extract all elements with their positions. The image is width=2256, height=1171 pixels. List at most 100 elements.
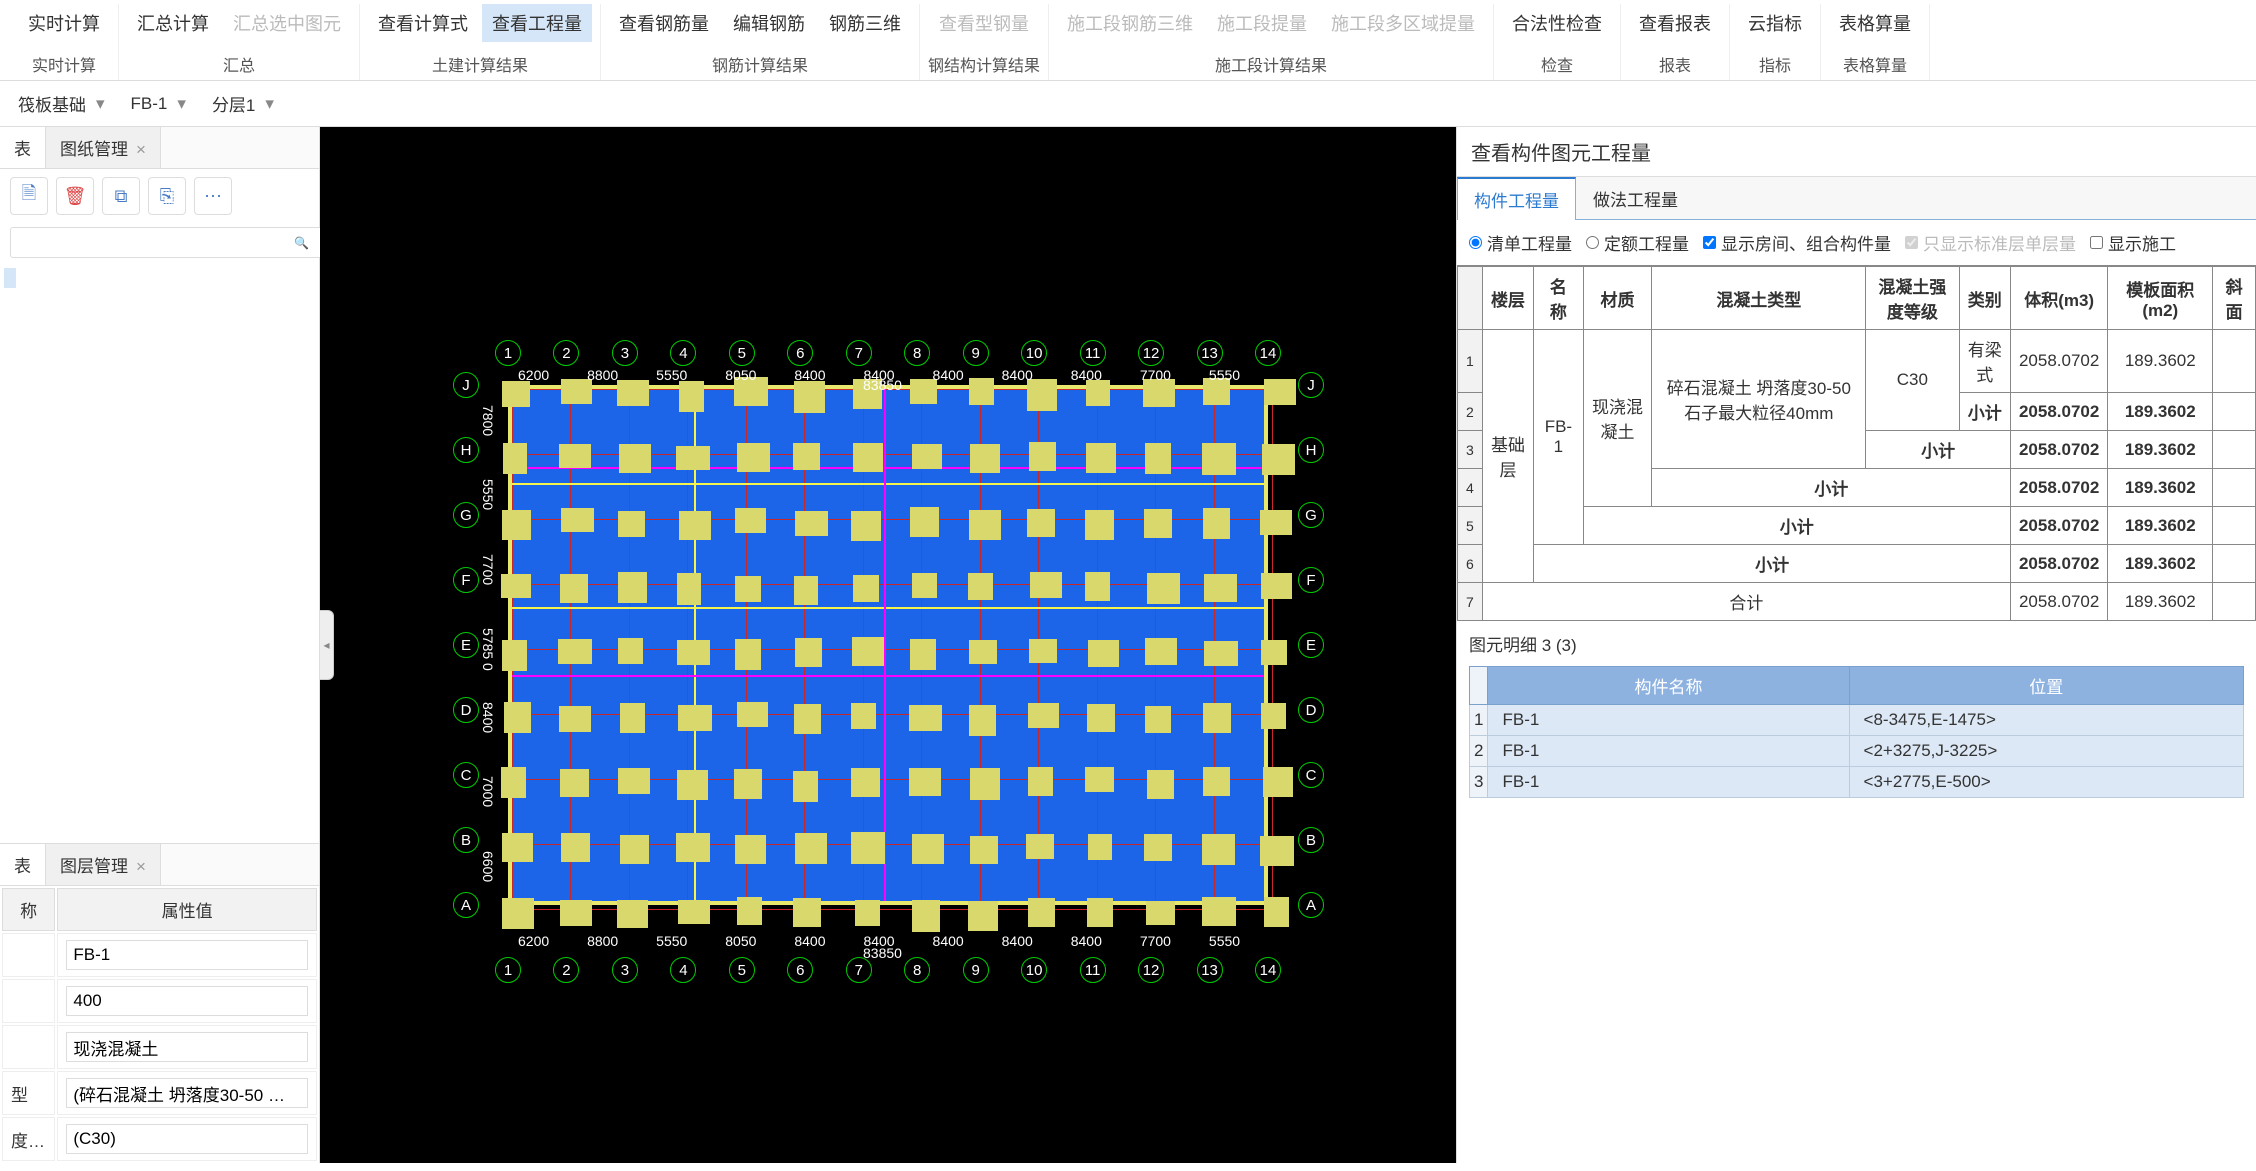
axis-label: 12 [1138, 340, 1164, 366]
axis-label: 13 [1197, 340, 1223, 366]
dimension-text: 5550 [656, 367, 687, 383]
category-dropdown[interactable]: 筏板基础▾ [10, 87, 113, 120]
dimension-text: 5550 [1209, 933, 1240, 949]
chk-show-rooms[interactable]: 显示房间、组合构件量 [1703, 230, 1891, 255]
qty-header: 体积(m3) [2010, 267, 2107, 330]
prop-key: 度… [2, 1117, 55, 1161]
ribbon-group-label: 施工段计算结果 [1215, 52, 1327, 76]
delete-icon[interactable]: 🗑 [56, 177, 94, 215]
ribbon-btn[interactable]: 云指标 [1738, 4, 1812, 42]
prop-tab-list[interactable]: 表 [0, 844, 46, 885]
qty-header: 楼层 [1482, 267, 1533, 330]
ribbon-btn[interactable]: 查看计算式 [368, 4, 478, 42]
prop-value-input[interactable] [66, 940, 308, 970]
dimension-text: 5550 [1209, 367, 1240, 383]
prop-col-name: 称 [2, 888, 55, 931]
right-panel: 查看构件图元工程量 构件工程量 做法工程量 清单工程量 定额工程量 显示房间、组… [1456, 127, 2256, 1163]
dimension-text: 7000 [480, 776, 496, 807]
dimension-text: 83850 [863, 377, 902, 393]
ribbon-group: 施工段钢筋三维施工段提量施工段多区域提量施工段计算结果 [1049, 4, 1494, 80]
axis-label: E [1298, 632, 1324, 658]
paste-icon[interactable]: ⎘ [148, 177, 186, 215]
ribbon-btn[interactable]: 表格算量 [1829, 4, 1921, 42]
axis-label: 8 [904, 957, 930, 983]
prop-value-input[interactable] [66, 1032, 308, 1062]
axis-label: 5 [729, 957, 755, 983]
axis-label: H [1298, 437, 1324, 463]
dimension-text: 8400 [794, 367, 825, 383]
more-icon[interactable]: ⋯ [194, 177, 232, 215]
tab-method-qty[interactable]: 做法工程量 [1576, 177, 1695, 220]
axis-label: A [1298, 892, 1324, 918]
tab-component-qty[interactable]: 构件工程量 [1457, 177, 1576, 220]
ribbon-btn[interactable]: 查看工程量 [482, 4, 592, 42]
axis-label: C [453, 762, 479, 788]
ribbon-group: 实时计算实时计算 [10, 4, 119, 80]
new-icon[interactable]: 🗎 [10, 177, 48, 215]
ribbon-group-label: 钢筋计算结果 [712, 52, 808, 76]
ribbon: 实时计算实时计算汇总计算汇总选中图元汇总查看计算式查看工程量土建计算结果查看钢筋… [0, 0, 2256, 81]
axis-label: 1 [495, 957, 521, 983]
left-tab-drawing-mgmt[interactable]: 图纸管理× [46, 127, 161, 168]
dimension-text: 5550 [480, 479, 496, 510]
ribbon-btn[interactable]: 合法性检查 [1502, 4, 1612, 42]
dimension-text: 6600 [480, 851, 496, 882]
dimension-text: 8400 [480, 702, 496, 733]
axis-label: 8 [904, 340, 930, 366]
ribbon-btn[interactable]: 实时计算 [18, 4, 110, 42]
detail-row[interactable]: 3FB-1<3+2775,E-500> [1470, 767, 2244, 798]
chk-show-construction[interactable]: 显示施工 [2090, 230, 2176, 255]
close-icon[interactable]: × [136, 140, 146, 159]
layer-dropdown[interactable]: 分层1▾ [204, 87, 282, 120]
axis-label: D [453, 697, 479, 723]
ribbon-group: 合法性检查检查 [1494, 4, 1621, 80]
detail-header: 构件名称 [1488, 667, 1849, 705]
axis-label: J [453, 372, 479, 398]
ribbon-btn[interactable]: 查看报表 [1629, 4, 1721, 42]
ribbon-btn[interactable]: 编辑钢筋 [723, 4, 815, 42]
dimension-text: 8400 [1071, 933, 1102, 949]
prop-value-input[interactable] [66, 1124, 308, 1154]
ribbon-btn[interactable]: 汇总计算 [127, 4, 219, 42]
detail-row[interactable]: 2FB-1<2+3275,J-3225> [1470, 736, 2244, 767]
ribbon-btn[interactable]: 查看钢筋量 [609, 4, 719, 42]
dimension-text: 8400 [933, 367, 964, 383]
axis-label: F [1298, 567, 1324, 593]
prop-tab-layer-mgmt[interactable]: 图层管理× [46, 844, 161, 885]
dimension-text: 6200 [518, 367, 549, 383]
collapse-left-handle[interactable]: ◂ [320, 610, 334, 680]
detail-row[interactable]: 1FB-1<8-3475,E-1475> [1470, 705, 2244, 736]
search-icon[interactable]: 🔍 [294, 236, 309, 250]
dimension-text: 8400 [1071, 367, 1102, 383]
prop-key [2, 979, 55, 1023]
selection-chip [4, 268, 16, 288]
axis-label: 2 [553, 957, 579, 983]
qty-header: 名称 [1534, 267, 1583, 330]
drawing-canvas[interactable]: ◂ 11223344556677889910101111121213131414… [320, 127, 1456, 1163]
ribbon-btn[interactable]: 钢筋三维 [819, 4, 911, 42]
left-tab-list[interactable]: 表 [0, 127, 46, 168]
component-dropdown[interactable]: FB-1▾ [123, 90, 194, 118]
prop-value-input[interactable] [66, 986, 308, 1016]
prop-col-value: 属性值 [57, 888, 317, 931]
qty-header: 模板面积(m2) [2108, 267, 2213, 330]
copy-icon[interactable]: ⧉ [102, 177, 140, 215]
dimension-text: 8400 [1002, 933, 1033, 949]
search-input[interactable] [10, 227, 322, 258]
axis-label: B [1298, 827, 1324, 853]
sub-toolbar: 筏板基础▾ FB-1▾ 分层1▾ [0, 81, 2256, 127]
axis-label: 10 [1021, 340, 1047, 366]
axis-label: 1 [495, 340, 521, 366]
axis-label: 6 [787, 340, 813, 366]
close-icon[interactable]: × [136, 857, 146, 876]
axis-label: F [453, 567, 479, 593]
axis-label: A [453, 892, 479, 918]
radio-bill-qty[interactable]: 清单工程量 [1469, 230, 1572, 255]
radio-quota-qty[interactable]: 定额工程量 [1586, 230, 1689, 255]
prop-value-input[interactable] [66, 1078, 308, 1108]
axis-label: G [1298, 502, 1324, 528]
qty-header: 类别 [1959, 267, 2010, 330]
ribbon-btn: 查看型钢量 [929, 4, 1039, 42]
qty-header: 材质 [1583, 267, 1652, 330]
ribbon-group: 查看计算式查看工程量土建计算结果 [360, 4, 601, 80]
